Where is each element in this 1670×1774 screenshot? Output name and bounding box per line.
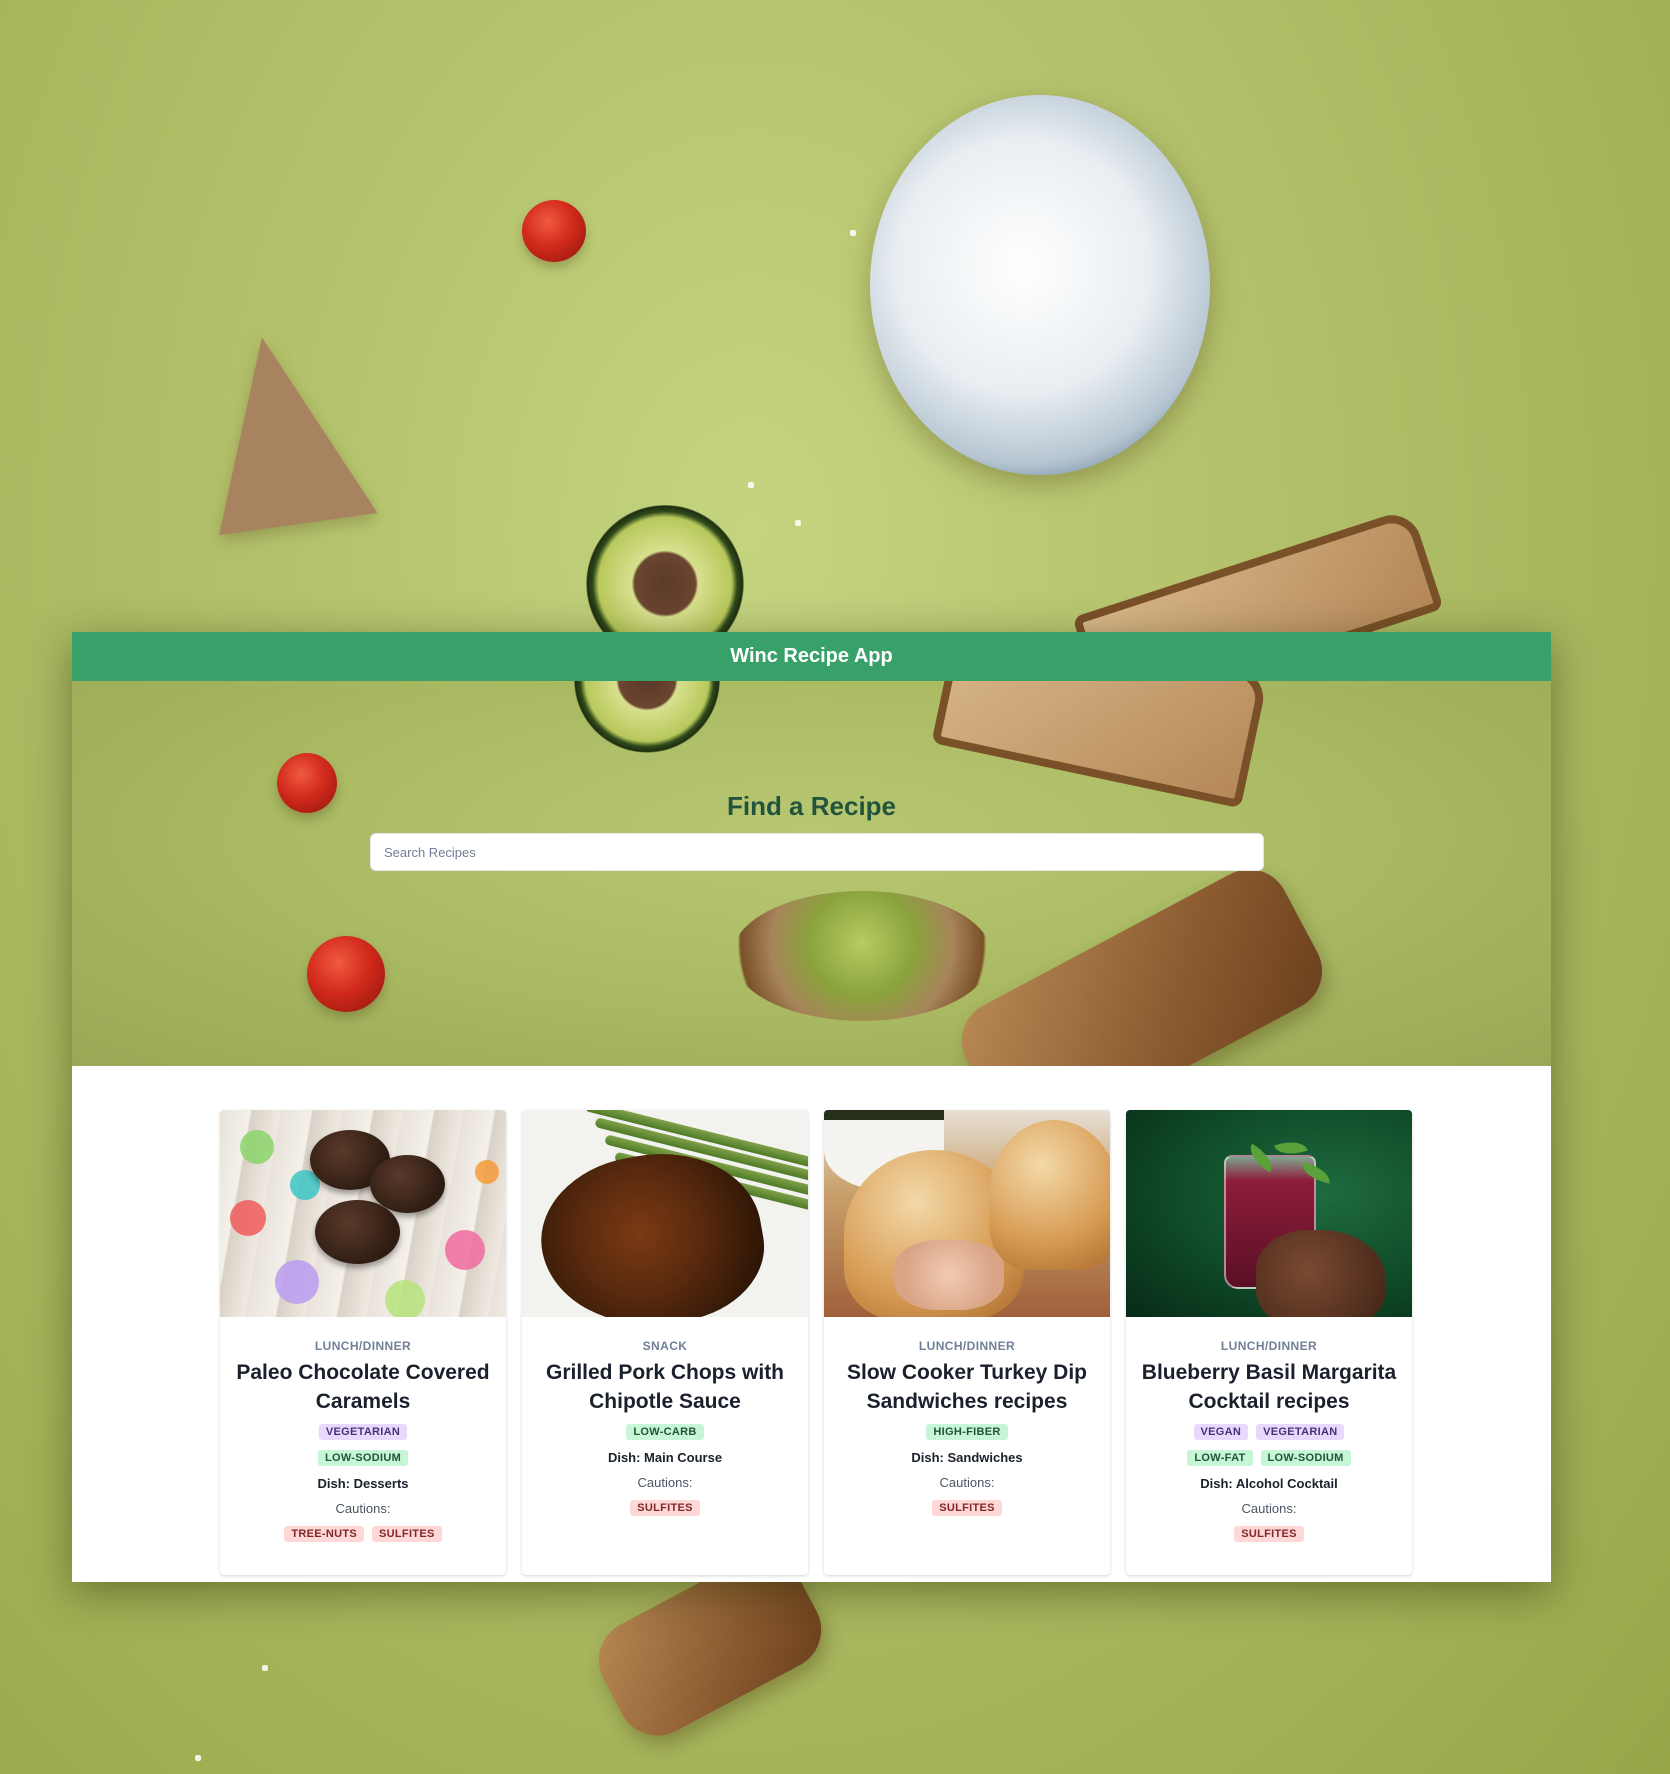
diet-tag: VEGETARIAN [1256, 1424, 1345, 1440]
caution-tag: SULFITES [932, 1500, 1002, 1516]
diet-labels: VEGETARIAN [232, 1424, 494, 1440]
health-tag: HIGH-FIBER [926, 1424, 1008, 1440]
cautions-label: Cautions: [637, 1475, 693, 1490]
meal-type: LUNCH/DINNER [918, 1339, 1016, 1353]
background-bread-slice [192, 324, 378, 536]
search-input[interactable] [370, 833, 1264, 871]
meal-type: LUNCH/DINNER [314, 1339, 412, 1353]
dish-type: Dish: Main Course [607, 1450, 723, 1465]
meal-type: SNACK [642, 1339, 688, 1353]
health-labels: LOW-CARB [534, 1424, 796, 1440]
confetti-dot [240, 1130, 274, 1164]
background-salt-grain [262, 1665, 268, 1671]
grilled-pork-chop-photo [522, 1110, 808, 1317]
turkey-filling [894, 1240, 1004, 1310]
hero-avocado-toast [732, 891, 992, 1021]
recipe-card[interactable]: LUNCH/DINNER Paleo Chocolate Covered Car… [220, 1110, 506, 1575]
diet-labels: VEGAN VEGETARIAN [1138, 1424, 1400, 1440]
caution-tag: SULFITES [1234, 1526, 1304, 1542]
cautions-label: Cautions: [939, 1475, 995, 1490]
chocolate-caramels-photo [220, 1110, 506, 1317]
background-salt-bowl [870, 95, 1210, 475]
find-recipe-heading: Find a Recipe [726, 791, 897, 821]
caution-labels: SULFITES [1138, 1526, 1400, 1542]
caution-tag: TREE-NUTS [284, 1526, 365, 1542]
hero-cutting-board [947, 855, 1337, 1066]
caution-tag: SULFITES [372, 1526, 442, 1542]
meal-type: LUNCH/DINNER [1220, 1339, 1318, 1353]
pork-chop [528, 1137, 776, 1317]
background-salt-grain [850, 230, 856, 236]
health-tag: LOW-SODIUM [317, 1450, 409, 1466]
health-tag: LOW-CARB [626, 1424, 704, 1440]
caution-tag: SULFITES [630, 1500, 700, 1516]
confetti-dot [445, 1230, 485, 1270]
hero-avocado [562, 681, 732, 776]
confetti-dot [275, 1260, 319, 1304]
hero-toast [931, 681, 1269, 809]
sandwich-bun [989, 1120, 1110, 1270]
health-tag: LOW-SODIUM [1260, 1450, 1351, 1466]
diet-tag: VEGETARIAN [318, 1424, 408, 1440]
recipe-card[interactable]: SNACK Grilled Pork Chops with Chipotle S… [522, 1110, 808, 1575]
app-window: Winc Recipe App Find a Recipe Search Rec… [72, 632, 1551, 1582]
caution-labels: SULFITES [836, 1500, 1098, 1516]
background-tomato [522, 200, 586, 262]
blueberry-cocktail-photo [1126, 1110, 1412, 1317]
recipe-card-list: LUNCH/DINNER Paleo Chocolate Covered Car… [220, 1110, 1412, 1575]
health-tag: LOW-FAT [1187, 1450, 1253, 1466]
background-salt-grain [195, 1755, 201, 1761]
caution-labels: SULFITES [534, 1500, 796, 1516]
dish-type: Dish: Desserts [317, 1476, 409, 1491]
background-salt-grain [795, 520, 801, 526]
confetti-dot [385, 1280, 425, 1317]
recipe-title: Paleo Chocolate Covered Caramels [236, 1361, 490, 1413]
hand [1256, 1230, 1386, 1317]
dish-type: Dish: Sandwiches [911, 1450, 1023, 1465]
chocolate-cup [315, 1200, 400, 1264]
recipe-title: Grilled Pork Chops with Chipotle Sauce [545, 1361, 785, 1413]
recipe-card[interactable]: LUNCH/DINNER Slow Cooker Turkey Dip Sand… [824, 1110, 1110, 1575]
background-salt-grain [748, 482, 754, 488]
health-labels: LOW-FAT LOW-SODIUM [1138, 1450, 1400, 1466]
recipe-card[interactable]: LUNCH/DINNER Blueberry Basil Margarita C… [1126, 1110, 1412, 1575]
chocolate-cup [370, 1155, 445, 1213]
confetti-dot [230, 1200, 266, 1236]
caution-labels: TREE-NUTS SULFITES [232, 1526, 494, 1542]
hero-tomato [307, 936, 385, 1012]
confetti-dot [475, 1160, 499, 1184]
recipe-title: Slow Cooker Turkey Dip Sandwiches recipe… [847, 1361, 1087, 1413]
dish-type: Dish: Alcohol Cocktail [1200, 1476, 1338, 1491]
cautions-label: Cautions: [335, 1501, 391, 1516]
app-header: Winc Recipe App [72, 632, 1551, 681]
hero-banner: Find a Recipe [72, 681, 1551, 1066]
health-labels: LOW-SODIUM [232, 1450, 494, 1466]
health-labels: HIGH-FIBER [836, 1424, 1098, 1440]
cautions-label: Cautions: [1241, 1501, 1297, 1516]
diet-tag: VEGAN [1193, 1424, 1249, 1440]
turkey-sandwich-photo [824, 1110, 1110, 1317]
app-title: Winc Recipe App [730, 645, 893, 667]
recipe-title: Blueberry Basil Margarita Cocktail recip… [1141, 1361, 1397, 1413]
